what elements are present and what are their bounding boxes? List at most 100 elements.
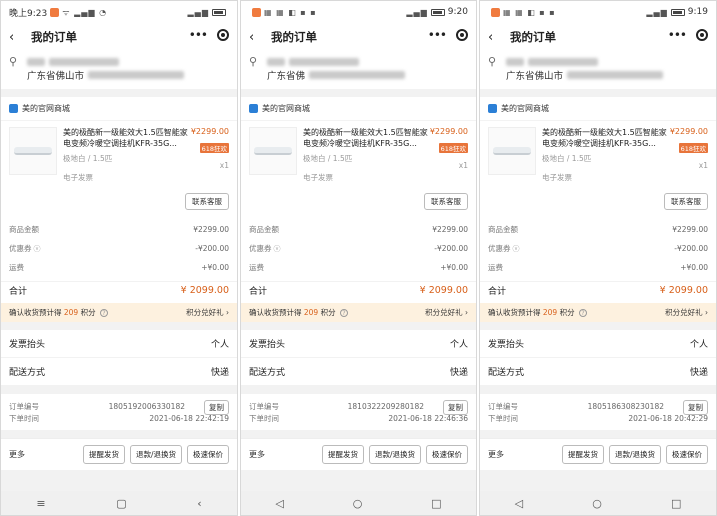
signal-icon: ▂▄▆ — [646, 7, 668, 17]
comparison-board: 晚上9:23 ᯤ ▂▄▆ ◔ ▂▄▆ ‹ 我的订单 ••• ⚲ 广东省佛山市 美… — [0, 0, 717, 516]
close-target-icon[interactable] — [456, 29, 468, 41]
nav-home-icon[interactable]: ▢ — [116, 497, 126, 510]
app-badge-icon — [252, 7, 261, 17]
phone-screen-2: ▦ ▦ ◧ ▪ ▪ ▂▄▆ 9:20 ‹ 我的订单 ••• ⚲ 广东省佛 美的官… — [240, 0, 477, 516]
address-recipient — [506, 55, 708, 68]
help-icon[interactable]: ? — [579, 309, 587, 317]
page-title: 我的订单 — [31, 30, 77, 44]
address-line: 广东省佛山市 — [506, 68, 708, 82]
help-icon[interactable]: ? — [100, 309, 108, 317]
nav-menu-icon[interactable]: ◁ — [515, 497, 523, 510]
close-target-icon[interactable] — [696, 29, 708, 41]
goods-item[interactable]: 美的极酷新一级能效大1.5匹智能家电变频冷暖空调挂机KFR-35G... 极地白… — [480, 121, 716, 187]
back-arrow-icon[interactable]: ‹ — [249, 30, 265, 45]
contact-service-button[interactable]: 联系客服 — [664, 193, 708, 210]
goods-qty: x1 — [458, 161, 468, 170]
total-value: ¥ 2099.00 — [419, 285, 468, 296]
contact-service-button[interactable]: 联系客服 — [185, 193, 229, 210]
price-protect-button[interactable]: 极速保价 — [666, 445, 708, 464]
remind-ship-button[interactable]: 提醒发货 — [82, 445, 125, 464]
coupon-row[interactable]: 优惠券 ⓥ -¥200.00 — [488, 239, 708, 258]
refund-button[interactable]: 退款/退换货 — [608, 445, 661, 464]
more-button[interactable]: 更多 — [488, 449, 504, 460]
more-button[interactable]: 更多 — [249, 449, 265, 460]
nav-bar: ‹ 我的订单 ••• — [480, 23, 716, 51]
shop-header[interactable]: 美的官网商城 — [1, 97, 237, 121]
battery-icon — [212, 8, 226, 16]
goods-price: ¥2299.00 — [190, 127, 229, 136]
address-card[interactable]: ⚲ 广东省佛山市 — [1, 51, 237, 89]
address-recipient — [27, 55, 229, 68]
nav-home-icon[interactable]: ○ — [353, 497, 363, 510]
close-target-icon[interactable] — [217, 29, 229, 41]
shop-name: 美的官网商城 — [22, 104, 70, 113]
order-time-row: 下单时间 2021-06-18 20:42:29 — [488, 413, 708, 423]
shipping-fee-row: 运费 +¥0.00 — [9, 263, 229, 272]
points-bar: 确认收货预计得 209 积分 ? 积分兑好礼 › — [1, 303, 237, 322]
mini-program-capsule: ••• — [189, 28, 229, 42]
coupon-row[interactable]: 优惠券 ⓥ -¥200.00 — [249, 239, 468, 258]
einvoice-label: 电子发票 — [303, 173, 333, 182]
address-recipient — [267, 55, 468, 68]
more-dots-icon[interactable]: ••• — [668, 28, 687, 42]
location-pin-icon: ⚲ — [9, 55, 18, 68]
copy-button[interactable]: 复制 — [204, 400, 229, 415]
points-redeem-link[interactable]: 积分兑好礼 › — [665, 307, 708, 318]
points-number: 209 — [542, 308, 558, 317]
more-dots-icon[interactable]: ••• — [189, 28, 208, 42]
copy-button[interactable]: 复制 — [683, 400, 708, 415]
help-icon[interactable]: ? — [340, 309, 348, 317]
price-protect-button[interactable]: 极速保价 — [426, 445, 468, 464]
delivery-row: 配送方式 快递 — [480, 358, 716, 386]
mini-program-capsule: ••• — [668, 28, 708, 42]
refund-button[interactable]: 退款/退换货 — [129, 445, 182, 464]
price-protect-button[interactable]: 极速保价 — [187, 445, 229, 464]
copy-button[interactable]: 复制 — [443, 400, 468, 415]
invoice-row[interactable]: 发票抬头 个人 — [1, 330, 237, 358]
page-title: 我的订单 — [510, 30, 556, 44]
nav-back-icon[interactable]: ‹ — [197, 497, 201, 510]
address-card[interactable]: ⚲ 广东省佛 — [241, 51, 476, 89]
nav-back-icon[interactable]: □ — [671, 497, 681, 510]
coupon-row[interactable]: 优惠券 ⓥ -¥200.00 — [9, 239, 229, 258]
promo-tag: 618狂欢 — [199, 143, 229, 153]
refund-button[interactable]: 退款/退换货 — [368, 445, 421, 464]
points-redeem-link[interactable]: 积分兑好礼 › — [425, 307, 468, 318]
more-button[interactable]: 更多 — [9, 449, 25, 460]
goods-item[interactable]: 美的极酷新一级能效大1.5匹智能家电变频冷暖空调挂机KFR-35G... 极地白… — [241, 121, 476, 187]
location-pin-icon: ⚲ — [488, 55, 497, 68]
back-arrow-icon[interactable]: ‹ — [9, 30, 25, 45]
nav-home-icon[interactable]: ○ — [592, 497, 602, 510]
total-label: 合计 — [9, 287, 28, 297]
shipping-fee-row: 运费 +¥0.00 — [488, 263, 708, 272]
nav-menu-icon[interactable]: ≡ — [36, 497, 45, 510]
contact-service-button[interactable]: 联系客服 — [424, 193, 468, 210]
goods-title: 美的极酷新一级能效大1.5匹智能家电变频冷暖空调挂机KFR-35G... — [303, 128, 428, 148]
order-number-row: 订单编号 1805192006330182 — [9, 400, 229, 412]
more-dots-icon[interactable]: ••• — [428, 28, 447, 42]
remind-ship-button[interactable]: 提醒发货 — [561, 445, 604, 464]
nav-back-icon[interactable]: □ — [431, 497, 441, 510]
remind-ship-button[interactable]: 提醒发货 — [321, 445, 364, 464]
order-info: 订单编号 1805186308230182 复制 下单时间 2021-06-18… — [480, 394, 716, 430]
app-badge-icon — [491, 7, 500, 17]
points-redeem-link[interactable]: 积分兑好礼 › — [186, 307, 229, 318]
goods-spec: 极地白 / 1.5匹 — [303, 154, 353, 163]
invoice-shipping-block: 发票抬头 个人 配送方式 快递 — [480, 330, 716, 386]
order-number-row: 订单编号 1810322209280182 — [249, 400, 468, 412]
nav-bar: ‹ 我的订单 ••• — [1, 23, 237, 51]
status-icons: ▦ ▦ ◧ ▪ ▪ — [503, 7, 556, 17]
address-card[interactable]: ⚲ 广东省佛山市 — [480, 51, 716, 89]
status-bar: ▦ ▦ ◧ ▪ ▪ ▂▄▆ 9:19 — [480, 1, 716, 23]
invoice-row[interactable]: 发票抬头 个人 — [241, 330, 476, 358]
nav-menu-icon[interactable]: ◁ — [275, 497, 283, 510]
goods-item[interactable]: 美的极酷新一级能效大1.5匹智能家电变频冷暖空调挂机KFR-35G... 极地白… — [1, 121, 237, 187]
battery-icon — [670, 8, 685, 16]
shop-header[interactable]: 美的官网商城 — [241, 97, 476, 121]
order-number-row: 订单编号 1805186308230182 — [488, 400, 708, 412]
back-arrow-icon[interactable]: ‹ — [488, 30, 504, 45]
total-row: 合计 ¥ 2099.00 — [480, 281, 716, 303]
shop-header[interactable]: 美的官网商城 — [480, 97, 716, 121]
invoice-row[interactable]: 发票抬头 个人 — [480, 330, 716, 358]
points-number: 209 — [63, 308, 79, 317]
